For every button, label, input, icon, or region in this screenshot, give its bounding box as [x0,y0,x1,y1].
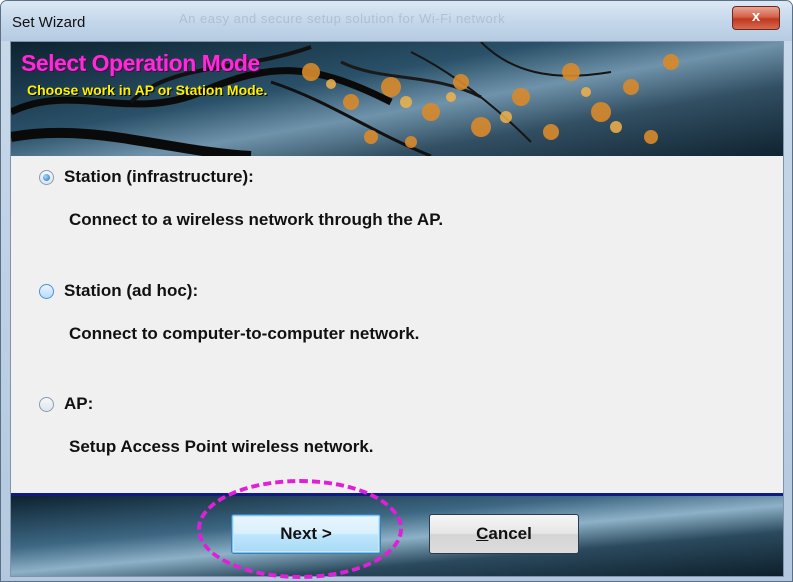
option-label: AP: [64,394,94,413]
radio-ap[interactable]: AP: [39,394,93,414]
window-title: Set Wizard [12,14,86,31]
close-icon: x [751,8,761,25]
option-label: Station (ad hoc): [64,281,199,300]
operation-mode-options: Station (infrastructure): Connect to a w… [11,156,783,493]
cancel-label: ancel [488,524,532,543]
title-bar[interactable]: Set Wizard An easy and secure setup solu… [1,1,792,41]
close-button[interactable]: x [732,6,780,30]
radio-button-selected-icon[interactable] [39,169,54,185]
header-banner: Select Operation Mode Choose work in AP … [11,42,783,156]
radio-station-infrastructure[interactable]: Station (infrastructure): [39,167,254,187]
cancel-mnemonic: C [476,524,489,543]
wizard-window: Set Wizard An easy and secure setup solu… [0,0,793,582]
next-button-highlight-annotation [197,479,403,579]
option-description: Setup Access Point wireless network. [69,437,374,456]
radio-button-icon[interactable] [39,283,54,299]
banner-subtitle: Choose work in AP or Station Mode. [27,82,268,98]
option-description: Connect to a wireless network through th… [69,210,444,229]
wizard-client-area: Select Operation Mode Choose work in AP … [10,41,784,577]
radio-button-icon[interactable] [39,396,54,412]
title-ghost-caption: An easy and secure setup solution for Wi… [179,11,506,26]
option-description: Connect to computer-to-computer network. [69,324,420,343]
cancel-button[interactable]: Cancel [429,514,579,554]
radio-station-ad-hoc[interactable]: Station (ad hoc): [39,281,198,301]
banner-title: Select Operation Mode [21,50,260,76]
option-label: Station (infrastructure): [64,167,254,186]
